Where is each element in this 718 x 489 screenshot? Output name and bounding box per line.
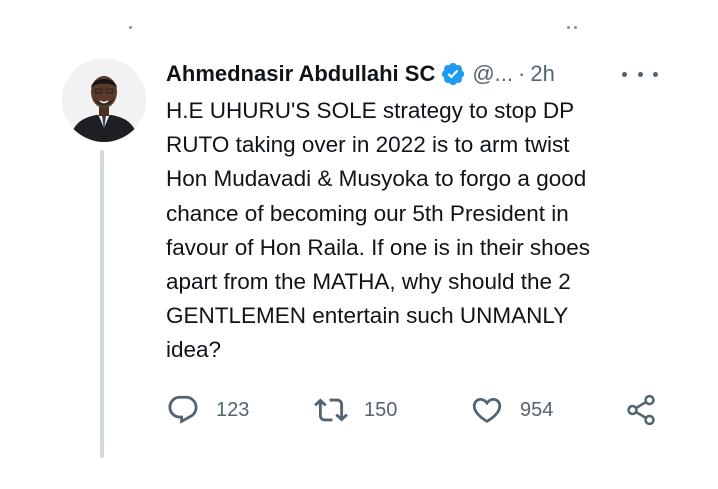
like-button[interactable]: 954 <box>470 390 553 430</box>
tweet-text-line: favour of Hon Raila. If one is in their … <box>166 234 590 260</box>
avatar-image <box>62 58 146 142</box>
avatar[interactable] <box>62 58 146 142</box>
retweet-button[interactable]: 150 <box>314 390 397 430</box>
heart-icon <box>472 397 502 423</box>
tweet-header: Ahmednasir Abdullahi SC @... · 2h <box>166 58 666 90</box>
tweet-text-line: GENTLEMEN entertain such UNMANLY <box>166 303 569 329</box>
author-name[interactable]: Ahmednasir Abdullahi SC <box>166 61 435 87</box>
author-handle[interactable]: @... <box>472 61 513 87</box>
previous-tweet-edge <box>0 26 718 32</box>
tweet-text-line: Hon Mudavadi & Musyoka to forgo a good <box>166 166 587 192</box>
share-button[interactable] <box>624 390 658 430</box>
share-icon <box>627 394 655 426</box>
reply-button[interactable]: 123 <box>166 390 249 430</box>
tweet-text-line: chance of becoming our 5th President in <box>166 200 569 226</box>
tweet-text-line: apart from the MATHA, why should the 2 <box>166 269 571 295</box>
tweet-text: H.E UHURU'S SOLE strategy to stop DP RUT… <box>166 94 666 368</box>
action-bar: 123 150 954 <box>166 390 666 430</box>
retweet-icon <box>314 398 348 422</box>
tweet-text-line: H.E UHURU'S SOLE strategy to stop DP <box>166 98 575 123</box>
retweet-count: 150 <box>364 398 398 421</box>
reply-count: 123 <box>216 398 250 421</box>
header-separator: · <box>518 61 526 86</box>
reply-icon <box>168 395 198 424</box>
verified-badge-icon <box>442 62 465 86</box>
like-count: 954 <box>520 398 554 421</box>
thread-line <box>100 150 104 458</box>
tweet-text-line: RUTO taking over in 2022 is to arm twist <box>166 132 570 158</box>
timestamp[interactable]: 2h <box>530 61 554 87</box>
tweet-text-line: idea? <box>166 337 222 363</box>
more-options-icon[interactable] <box>622 62 658 86</box>
